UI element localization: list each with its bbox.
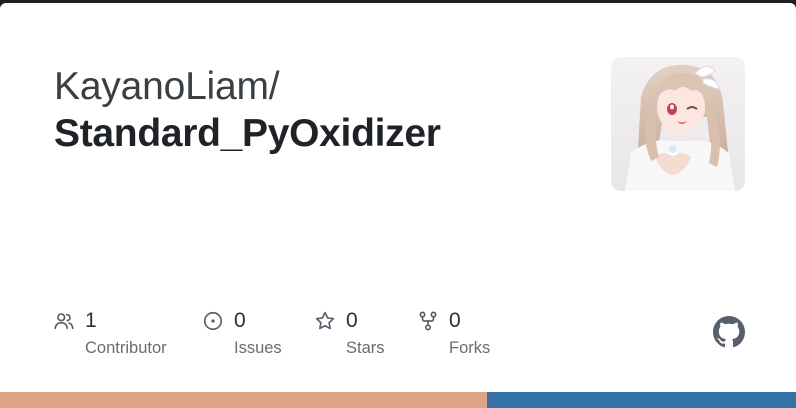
forks-label: Forks (449, 339, 491, 357)
github-mark-icon[interactable] (713, 316, 745, 348)
issue-opened-icon (202, 310, 224, 332)
contributors-count: 1 (85, 309, 97, 332)
repo-owner[interactable]: KayanoLiam/ (54, 65, 280, 109)
language-segment-rust (0, 392, 488, 408)
issues-label: Issues (234, 339, 282, 357)
avatar-illustration (611, 57, 745, 191)
people-icon (53, 310, 75, 332)
repo-name[interactable]: Standard_PyOxidizer (54, 112, 441, 156)
owner-avatar[interactable] (611, 57, 745, 191)
language-bar (0, 392, 796, 408)
forks-count: 0 (449, 309, 461, 332)
stars-count: 0 (346, 309, 358, 332)
repository-social-card: KayanoLiam/ Standard_PyOxidizer 1 Contri… (0, 3, 796, 408)
language-segment-python (487, 392, 796, 408)
contributors-label: Contributor (85, 339, 167, 357)
star-icon (314, 310, 336, 332)
stars-label: Stars (346, 339, 385, 357)
repo-forked-icon (417, 310, 439, 332)
issues-count: 0 (234, 309, 246, 332)
